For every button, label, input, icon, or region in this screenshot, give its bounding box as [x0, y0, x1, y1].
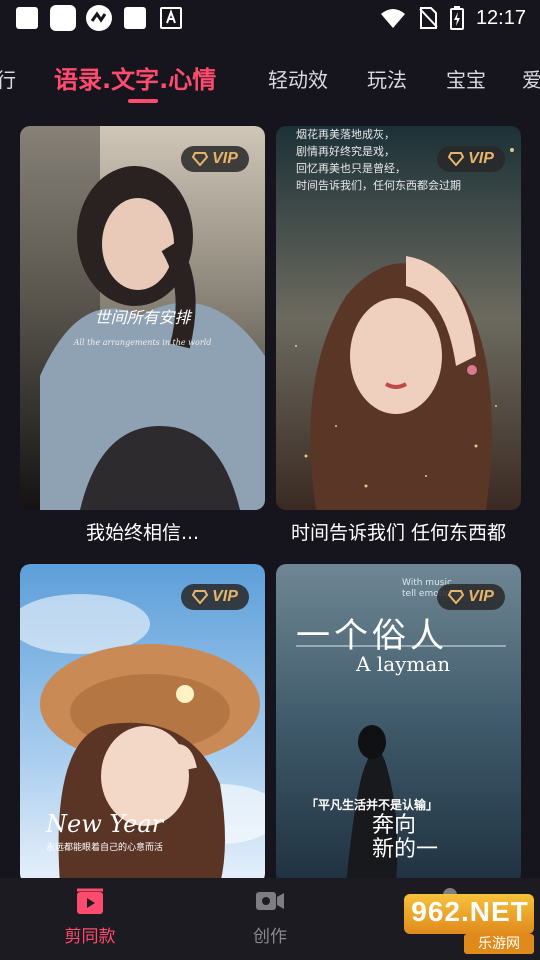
template-thumbnail[interactable]: With music tell emotions 一个俗人 A layman 「… [276, 564, 521, 884]
vip-badge: VIP [437, 146, 505, 172]
status-bar: 12:17 [0, 0, 540, 36]
template-card[interactable]: New Year 永远都能眼着自己的心意而活 VIP [20, 564, 265, 884]
template-title: 我始终相信... [85, 522, 200, 544]
no-sim-icon [419, 7, 438, 29]
quote-overlay: New Year 永远都能眼着自己的心意而活 [46, 810, 164, 853]
font-icon [160, 7, 182, 29]
battery-charging-icon [449, 6, 464, 30]
template-card[interactable]: 世间所有安排 All the arrangements in the world… [20, 126, 265, 556]
category-tabs: 行 语录.文字.心情 轻动效 玩法 宝宝 爱 [0, 48, 540, 108]
clock: 12:17 [475, 6, 526, 29]
template-card[interactable]: 烟花再美落地成灰， 剧情再好终究是戏， 回忆再美也只是曾经， 时间告诉我们，任何… [276, 126, 521, 556]
vip-badge: VIP [437, 584, 505, 610]
tab-baby[interactable]: 宝宝 [446, 64, 486, 93]
diamond-icon [192, 590, 209, 604]
vip-badge: VIP [181, 146, 249, 172]
active-tab-indicator [128, 99, 158, 103]
template-card[interactable]: With music tell emotions 一个俗人 A layman 「… [276, 564, 521, 884]
diamond-icon [192, 152, 209, 166]
notification-icon [124, 7, 146, 29]
tab-love[interactable]: 爱 [522, 64, 540, 93]
quote-overlay: 世间所有安排 All the arrangements in the world [73, 308, 212, 347]
link-icon [86, 5, 112, 31]
nav-templates[interactable]: 剪同款 [40, 886, 140, 947]
clapperboard-icon [77, 888, 103, 914]
template-thumbnail[interactable]: New Year 永远都能眼着自己的心意而活 [20, 564, 265, 884]
tab-gameplay[interactable]: 玩法 [367, 64, 407, 93]
tab-quotes[interactable]: 语录.文字.心情 [54, 60, 216, 95]
template-title: 时间告诉我们 任何东西都 [290, 522, 507, 544]
video-camera-icon [256, 892, 284, 910]
notification-icon [16, 7, 38, 29]
nav-create[interactable]: 创作 [220, 886, 320, 947]
tab-light-effects[interactable]: 轻动效 [268, 64, 328, 93]
tab-partial-left[interactable]: 行 [0, 64, 16, 93]
app-notification-icon [50, 5, 76, 31]
diamond-icon [448, 152, 465, 166]
wifi-icon [380, 9, 405, 28]
site-watermark: 962.NET 乐游网 [404, 884, 534, 954]
diamond-icon [448, 590, 465, 604]
template-thumbnail[interactable]: 烟花再美落地成灰， 剧情再好终究是戏， 回忆再美也只是曾经， 时间告诉我们，任何… [276, 126, 521, 510]
vip-badge: VIP [181, 584, 249, 610]
template-thumbnail[interactable]: 世间所有安排 All the arrangements in the world [20, 126, 265, 510]
